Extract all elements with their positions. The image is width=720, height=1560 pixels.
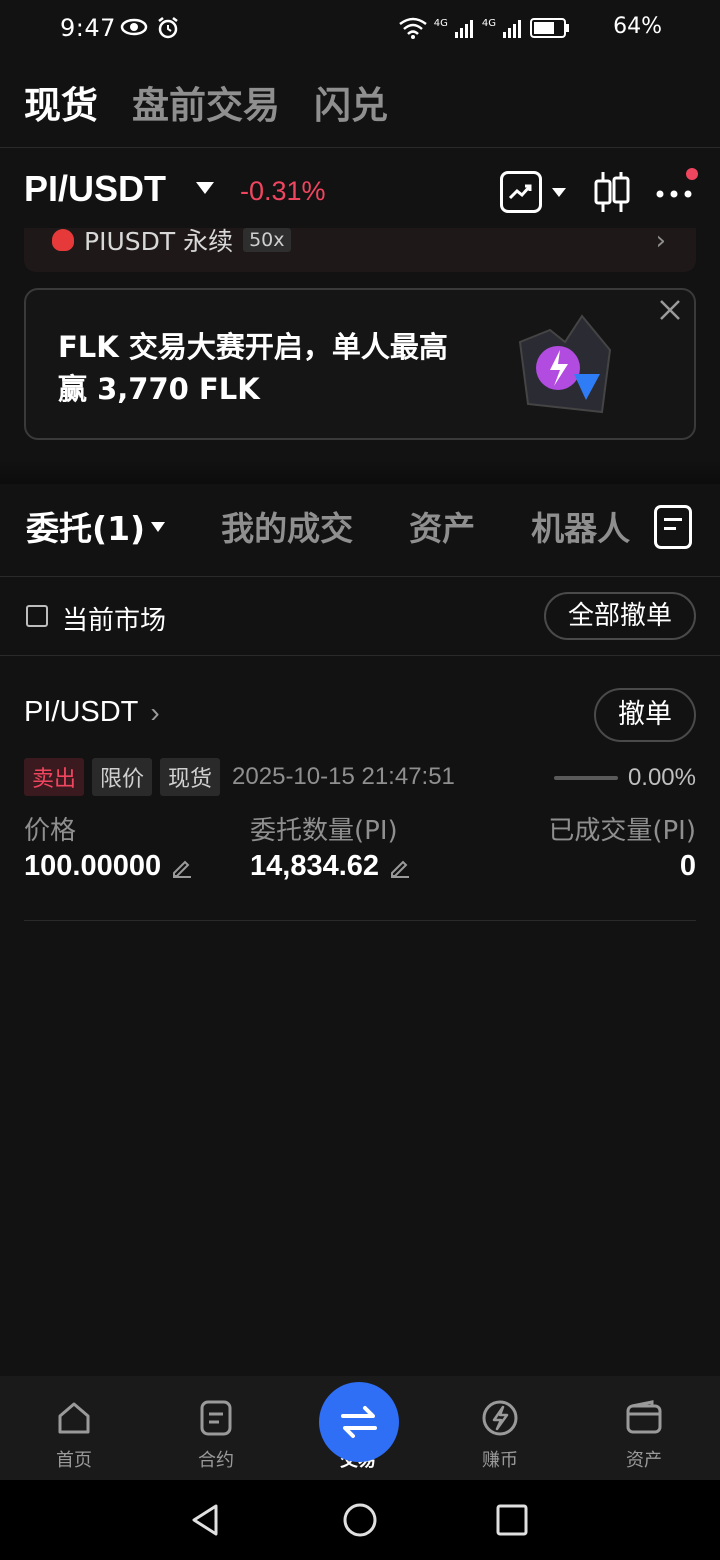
leverage-badge: 50x	[243, 228, 291, 252]
order-time: 2025-10-15 21:47:51	[232, 763, 455, 790]
chart-button[interactable]	[500, 171, 542, 213]
filter-divider	[0, 655, 720, 656]
order-history-icon[interactable]	[654, 505, 692, 549]
promo-banner[interactable]: FLK 交易大赛开启，单人最高赢 3,770 FLK	[24, 288, 696, 440]
bottom-nav: 首页 合约 交易 赚币	[0, 1376, 720, 1480]
nav-earn[interactable]: 赚币	[450, 1398, 550, 1472]
filled-label: 已成交量(PI)	[548, 816, 696, 846]
chevron-right-icon: ›	[655, 228, 666, 256]
amount-value: 14,834.62	[250, 850, 380, 882]
perpetual-label: PIUSDT 永续	[84, 228, 234, 256]
order-tabs: 委托(1) 我的成交 资产 机器人	[0, 496, 720, 556]
home-icon	[58, 1402, 90, 1434]
earn-icon	[482, 1400, 518, 1436]
more-button[interactable]	[652, 168, 698, 214]
price-label: 价格	[24, 816, 77, 846]
current-market-checkbox[interactable]	[26, 605, 48, 627]
amount-label: 委托数量(PI)	[250, 816, 398, 846]
order-pair-name: PI/USDT	[24, 696, 139, 728]
fill-percent: 0.00%	[627, 764, 696, 791]
system-nav	[0, 1480, 720, 1560]
recents-icon[interactable]	[494, 1502, 530, 1538]
network-type-1: 4G	[433, 17, 448, 29]
tab-open-orders-label: 委托(1)	[26, 509, 146, 548]
fire-icon	[52, 229, 74, 251]
nav-home-label: 首页	[56, 1450, 92, 1471]
status-time: 9:47	[60, 14, 116, 42]
trophy-lightning-icon	[518, 314, 612, 414]
nav-contract-label: 合约	[198, 1450, 234, 1471]
network-type-2: 4G	[481, 17, 496, 29]
chevron-down-icon[interactable]	[196, 182, 214, 194]
promo-text: FLK 交易大赛开启，单人最高赢 3,770 FLK	[58, 330, 448, 406]
top-tabs: 现货 盘前交易 闪兑	[0, 72, 720, 132]
pair-selector[interactable]: PI/USDT	[24, 168, 166, 210]
tab-bots[interactable]: 机器人	[531, 502, 630, 550]
chevron-down-icon[interactable]	[552, 187, 566, 197]
nav-assets[interactable]: 资产	[594, 1398, 694, 1472]
pair-header: PI/USDT -0.31%	[24, 166, 698, 218]
order-divider	[24, 920, 696, 921]
alarm-icon	[158, 17, 178, 39]
home-circle-icon[interactable]	[342, 1502, 378, 1538]
chevron-down-icon	[151, 522, 166, 532]
close-icon[interactable]	[656, 296, 684, 324]
tab-assets[interactable]: 资产	[409, 502, 475, 550]
order-tags: 卖出 限价 现货 2025-10-15 21:47:51	[24, 758, 455, 796]
price-change: -0.31%	[240, 176, 326, 206]
perpetual-link[interactable]: PIUSDT 永续 50x ›	[24, 228, 696, 272]
contract-icon	[200, 1400, 232, 1436]
back-icon[interactable]	[188, 1502, 224, 1538]
chevron-right-icon: ›	[150, 696, 160, 728]
tab-spot[interactable]: 现货	[24, 75, 98, 129]
nav-contract[interactable]: 合约	[166, 1398, 266, 1472]
candlestick-icon[interactable]	[592, 170, 632, 214]
edit-price-icon[interactable]	[171, 856, 193, 878]
trade-fab[interactable]	[319, 1382, 399, 1462]
price-value-group: 100.00000	[24, 850, 193, 883]
cancel-all-button[interactable]: 全部撤单	[543, 592, 696, 640]
swap-icon	[341, 1406, 377, 1438]
tabs-divider	[0, 576, 720, 577]
nav-earn-label: 赚币	[482, 1450, 518, 1471]
price-value: 100.00000	[24, 850, 162, 882]
trend-chart-icon	[508, 184, 532, 200]
eye-icon	[120, 18, 148, 36]
app-screen: 9:47 4G 4G 64% 现货 盘前交易 闪兑 PI/USDT -0.31%…	[0, 0, 720, 1560]
tab-convert[interactable]: 闪兑	[314, 75, 388, 129]
nav-assets-label: 资产	[626, 1450, 662, 1471]
notification-dot	[686, 168, 698, 180]
nav-trade[interactable]: 交易	[308, 1382, 408, 1472]
tab-open-orders[interactable]: 委托(1)	[26, 502, 166, 550]
tab-my-trades[interactable]: 我的成交	[221, 502, 353, 550]
status-bar: 9:47 4G 4G 64%	[0, 0, 720, 60]
side-badge: 卖出	[24, 758, 85, 796]
battery-percent: 64%	[613, 14, 662, 39]
section-separator	[0, 460, 720, 484]
signal-icon	[454, 20, 473, 38]
nav-home[interactable]: 首页	[24, 1398, 124, 1472]
filled-value: 0	[679, 850, 696, 882]
order-type-badge: 限价	[92, 758, 153, 796]
market-badge: 现货	[160, 758, 221, 796]
amount-value-group: 14,834.62	[250, 850, 411, 883]
header-divider	[0, 147, 720, 148]
signal-icon	[503, 20, 521, 38]
progress-bar	[553, 776, 618, 780]
order-card: PI/USDT › 撤单 卖出 限价 现货 2025-10-15 21:47:5…	[24, 688, 696, 920]
edit-amount-icon[interactable]	[389, 856, 411, 878]
fill-progress: 0.00%	[553, 764, 696, 792]
order-pair-link[interactable]: PI/USDT ›	[24, 696, 160, 729]
filter-row: 当前市场 全部撤单	[24, 592, 696, 642]
battery-icon	[530, 18, 569, 38]
wifi-icon	[398, 17, 427, 39]
cancel-order-button[interactable]: 撤单	[594, 688, 696, 742]
tab-premarket[interactable]: 盘前交易	[132, 75, 280, 129]
wallet-icon	[626, 1400, 662, 1434]
current-market-label[interactable]: 当前市场	[62, 600, 166, 637]
